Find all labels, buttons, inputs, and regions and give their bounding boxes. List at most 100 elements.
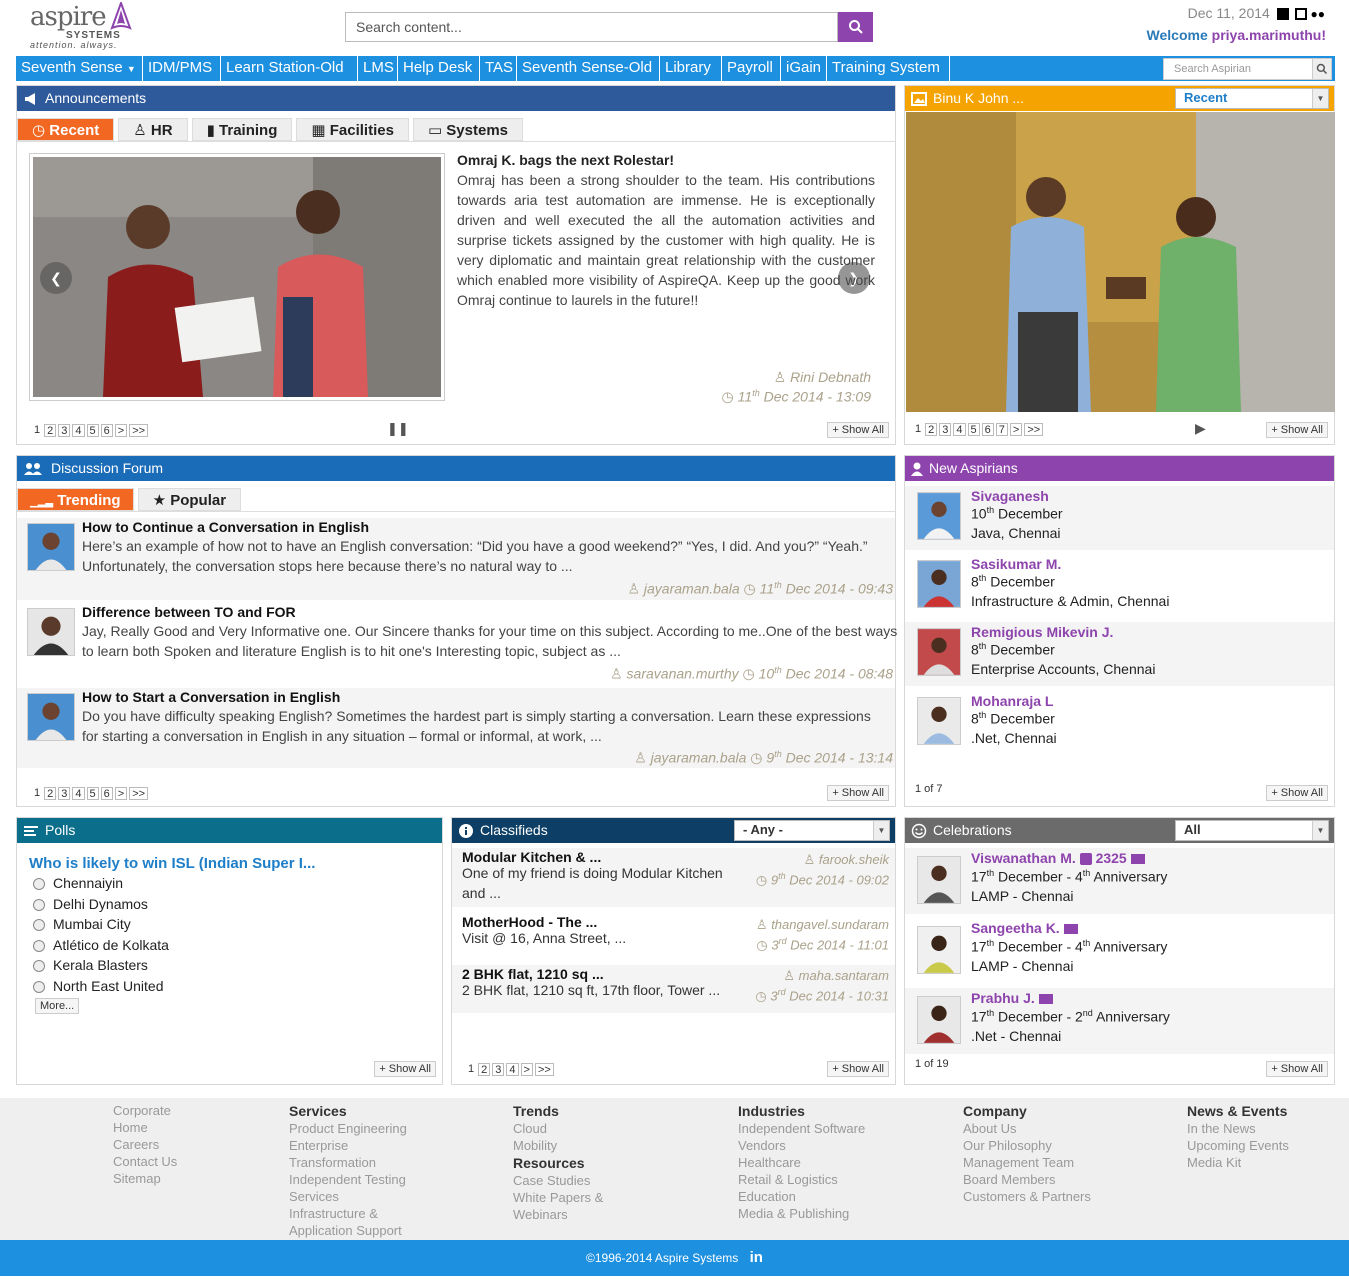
post-title[interactable]: Difference between TO and FOR	[82, 604, 296, 620]
nav-item-payroll[interactable]: Payroll	[722, 56, 781, 81]
nav-item-help-desk[interactable]: Help Desk	[398, 56, 480, 81]
classified-title[interactable]: Modular Kitchen & ...	[462, 849, 601, 865]
footer-link[interactable]: Product Engineering	[289, 1120, 407, 1137]
poll-option[interactable]: Kerala Blasters	[33, 955, 169, 976]
page-last[interactable]: >>	[129, 424, 149, 437]
page-1[interactable]: 1	[32, 787, 43, 800]
page-5[interactable]: 5	[967, 423, 980, 436]
page-3[interactable]: 3	[492, 1063, 505, 1076]
celebrant-name[interactable]: Viswanathan M.	[971, 850, 1076, 866]
celebrant-name[interactable]: Prabhu J.	[971, 990, 1035, 1006]
aspirian-search-input[interactable]: Search Aspirian	[1163, 58, 1313, 80]
tab-popular[interactable]: ★ Popular	[137, 488, 242, 511]
radio-button[interactable]	[33, 939, 45, 952]
page-5[interactable]: 5	[86, 424, 99, 437]
post-author[interactable]: saravanan.murthy	[627, 666, 739, 682]
page-4[interactable]: 4	[506, 1063, 519, 1076]
mail-icon[interactable]	[1063, 924, 1078, 935]
footer-link[interactable]: Careers	[113, 1136, 177, 1153]
mail-icon[interactable]	[1130, 854, 1145, 865]
footer-link[interactable]: Case Studies	[513, 1172, 603, 1189]
page-5[interactable]: 5	[86, 787, 99, 800]
footer-link[interactable]: Enterprise	[289, 1137, 407, 1154]
forum-show-all-button[interactable]: + Show All	[827, 785, 889, 801]
footer-link[interactable]: Education	[738, 1188, 865, 1205]
pause-icon[interactable]: ❚❚	[387, 421, 409, 437]
poll-question[interactable]: Who is likely to win ISL (Indian Super I…	[29, 855, 315, 872]
footer-link[interactable]: Independent Testing	[289, 1171, 407, 1188]
footer-link[interactable]: Independent Software	[738, 1120, 865, 1137]
nav-item-tas[interactable]: TAS	[480, 56, 517, 81]
footer-link[interactable]: Contact Us	[113, 1153, 177, 1170]
linkedin-icon[interactable]: in	[750, 1249, 763, 1266]
page-1[interactable]: 1	[32, 424, 43, 437]
page-next[interactable]: >	[114, 787, 128, 800]
tab-training[interactable]: ▮ Training	[191, 118, 293, 141]
page-2[interactable]: 2	[44, 787, 57, 800]
content-search-button[interactable]	[838, 12, 873, 42]
radio-button[interactable]	[33, 960, 45, 973]
footer-link[interactable]: Management Team	[963, 1154, 1091, 1171]
classified-title[interactable]: 2 BHK flat, 1210 sq ...	[462, 966, 604, 982]
post-author[interactable]: jayaraman.bala	[644, 581, 740, 597]
footer-link[interactable]: In the News	[1187, 1120, 1289, 1137]
page-next[interactable]: >	[114, 424, 128, 437]
play-icon[interactable]: ▶	[1195, 420, 1206, 437]
page-last[interactable]: >>	[534, 1063, 554, 1076]
poll-option[interactable]: Chennaiyin	[33, 873, 169, 894]
nav-item-seventh-sense-old[interactable]: Seventh Sense-Old	[517, 56, 660, 81]
radio-button[interactable]	[33, 898, 45, 911]
username-link[interactable]: priya.marimuthu!	[1212, 27, 1326, 43]
footer-link[interactable]: White Papers &	[513, 1189, 603, 1206]
nav-item-lms[interactable]: LMS	[358, 56, 398, 81]
page-3[interactable]: 3	[58, 787, 71, 800]
page-3[interactable]: 3	[939, 423, 952, 436]
aspirian-search-button[interactable]	[1312, 58, 1332, 80]
carousel-prev-button[interactable]: ❮	[40, 262, 72, 294]
footer-link[interactable]: Cloud	[513, 1120, 603, 1137]
page-1[interactable]: 1	[466, 1063, 477, 1076]
nav-item-learn-station-old[interactable]: Learn Station-Old	[221, 56, 358, 81]
content-search-input[interactable]: Search content...	[345, 12, 838, 42]
page-next[interactable]: >	[1009, 423, 1023, 436]
polls-show-all-button[interactable]: + Show All	[374, 1061, 436, 1077]
aspirian-name[interactable]: Sasikumar M.	[971, 556, 1061, 572]
footer-link[interactable]: Webinars	[513, 1206, 603, 1223]
page-2[interactable]: 2	[44, 424, 57, 437]
copy-window-icon[interactable]	[1294, 8, 1307, 21]
tab-trending[interactable]: ▁▂▃ Trending	[17, 488, 134, 511]
post-title[interactable]: How to Continue a Conversation in Englis…	[82, 519, 369, 535]
page-2[interactable]: 2	[478, 1063, 491, 1076]
poll-option[interactable]: Delhi Dynamos	[33, 894, 169, 915]
footer-link[interactable]: Upcoming Events	[1187, 1137, 1289, 1154]
nav-item-training-system[interactable]: Training System	[827, 56, 950, 81]
footer-link[interactable]: Media & Publishing	[738, 1205, 865, 1222]
tab-systems[interactable]: ▭ Systems	[412, 118, 524, 141]
aspirian-name[interactable]: Sivaganesh	[971, 488, 1049, 504]
author-name[interactable]: farook.sheik	[819, 852, 889, 867]
tab-facilities[interactable]: ▦ Facilities	[296, 118, 409, 141]
page-6[interactable]: 6	[100, 787, 113, 800]
classifieds-show-all-button[interactable]: + Show All	[827, 1061, 889, 1077]
footer-link[interactable]: Healthcare	[738, 1154, 865, 1171]
page-4[interactable]: 4	[72, 424, 85, 437]
footer-link[interactable]: Infrastructure &	[289, 1205, 407, 1222]
footer-link[interactable]: Transformation	[289, 1154, 407, 1171]
footer-link[interactable]: Sitemap	[113, 1170, 177, 1187]
page-2[interactable]: 2	[925, 423, 938, 436]
footer-link[interactable]: Retail & Logistics	[738, 1171, 865, 1188]
footer-link[interactable]: Corporate	[113, 1102, 177, 1119]
footer-link[interactable]: Mobility	[513, 1137, 603, 1154]
photo-show-all-button[interactable]: + Show All	[1266, 422, 1328, 438]
tab-hr[interactable]: ♙ HR	[118, 118, 188, 141]
page-4[interactable]: 4	[953, 423, 966, 436]
photo-filter-select[interactable]: Recent ▼	[1175, 88, 1329, 109]
celebrations-show-all-button[interactable]: + Show All	[1266, 1061, 1328, 1077]
footer-link[interactable]: Services	[289, 1188, 407, 1205]
nav-item-library[interactable]: Library	[660, 56, 722, 81]
poll-option[interactable]: Mumbai City	[33, 914, 169, 935]
footer-link[interactable]: Our Philosophy	[963, 1137, 1091, 1154]
page-7[interactable]: 7	[995, 423, 1008, 436]
footer-link[interactable]: Customers & Partners	[963, 1188, 1091, 1205]
page-4[interactable]: 4	[72, 787, 85, 800]
